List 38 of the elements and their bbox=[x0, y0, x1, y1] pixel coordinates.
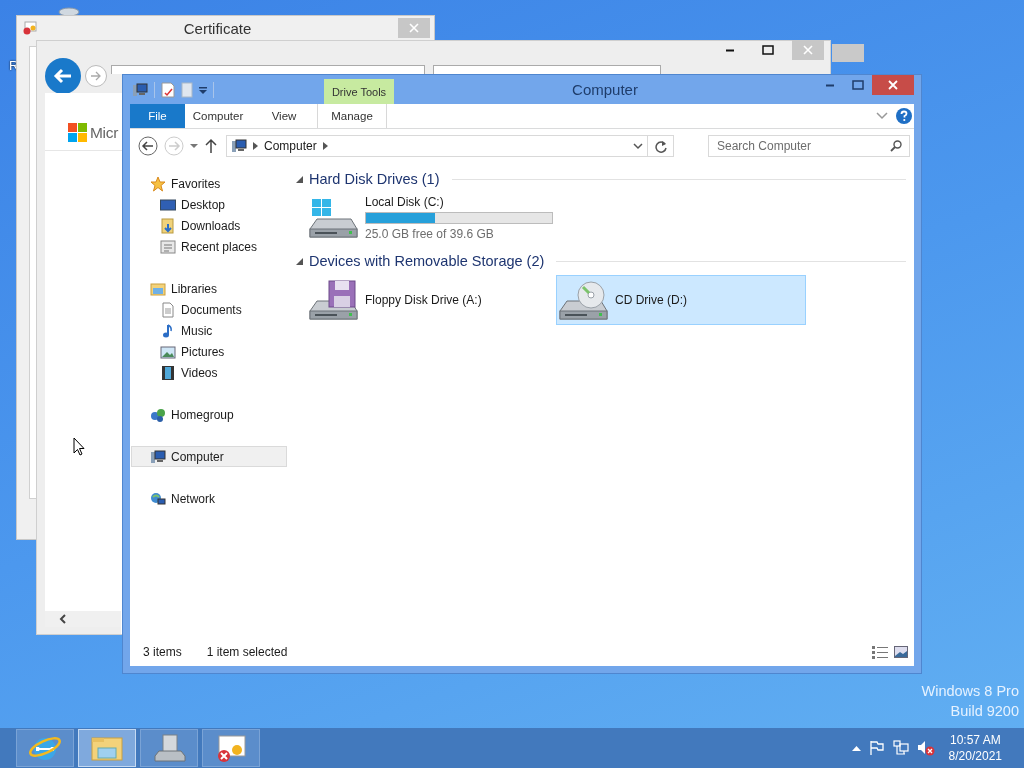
nav-item[interactable]: Music bbox=[130, 320, 290, 341]
window-title: Certificate bbox=[182, 19, 253, 37]
item-count: 3 items bbox=[143, 645, 182, 659]
address-bar[interactable]: Computer bbox=[226, 135, 674, 157]
nav-item[interactable]: Network bbox=[130, 488, 290, 509]
drive-name: Floppy Disk Drive (A:) bbox=[365, 293, 482, 307]
drive-tile[interactable]: Local Disk (C:) 25.0 GB free of 39.6 GB bbox=[306, 193, 556, 243]
clock-date[interactable]: 8/20/2021 bbox=[948, 749, 1002, 763]
drive-tile[interactable]: Floppy Disk Drive (A:) bbox=[306, 275, 556, 325]
nav-item[interactable]: Videos bbox=[130, 362, 290, 383]
nav-item[interactable]: Libraries bbox=[130, 278, 290, 299]
ribbon-tab[interactable]: File bbox=[130, 104, 185, 128]
drive-name: CD Drive (D:) bbox=[615, 293, 687, 307]
nav-item[interactable]: Homegroup bbox=[130, 404, 290, 425]
group-header[interactable]: Devices with Removable Storage (2) bbox=[309, 253, 545, 269]
nav-item[interactable]: Pictures bbox=[130, 341, 290, 362]
nav-item[interactable]: Documents bbox=[130, 299, 290, 320]
nav-item[interactable]: Desktop bbox=[130, 194, 290, 215]
edition-text: Windows 8 Pro bbox=[921, 683, 1019, 699]
build-text: Build 9200 bbox=[950, 703, 1019, 719]
window-title: Computer bbox=[571, 81, 639, 98]
ribbon-tab[interactable]: Computer bbox=[185, 104, 251, 128]
ribbon-tab[interactable]: View bbox=[251, 104, 317, 128]
nav-item[interactable]: Downloads bbox=[130, 215, 290, 236]
clock-time[interactable]: 10:57 AM bbox=[949, 733, 1001, 747]
selection-count: 1 item selected bbox=[206, 645, 288, 659]
free-space-text: 25.0 GB free of 39.6 GB bbox=[365, 227, 495, 241]
nav-item[interactable]: Recent places bbox=[130, 236, 290, 257]
drive-tile[interactable]: CD Drive (D:) bbox=[556, 275, 806, 325]
nav-item[interactable]: Favorites bbox=[130, 173, 290, 194]
nav-item[interactable]: Computer bbox=[131, 446, 287, 467]
ribbon-tab[interactable]: Manage bbox=[317, 104, 387, 128]
breadcrumb[interactable]: Computer bbox=[264, 139, 317, 153]
contextual-tab-group: Drive Tools bbox=[324, 79, 394, 104]
logo-text: Micr bbox=[90, 123, 119, 142]
drive-name: Local Disk (C:) bbox=[365, 195, 445, 209]
search-field[interactable]: Search Computer bbox=[708, 135, 910, 157]
group-header[interactable]: Hard Disk Drives (1) bbox=[309, 171, 440, 187]
